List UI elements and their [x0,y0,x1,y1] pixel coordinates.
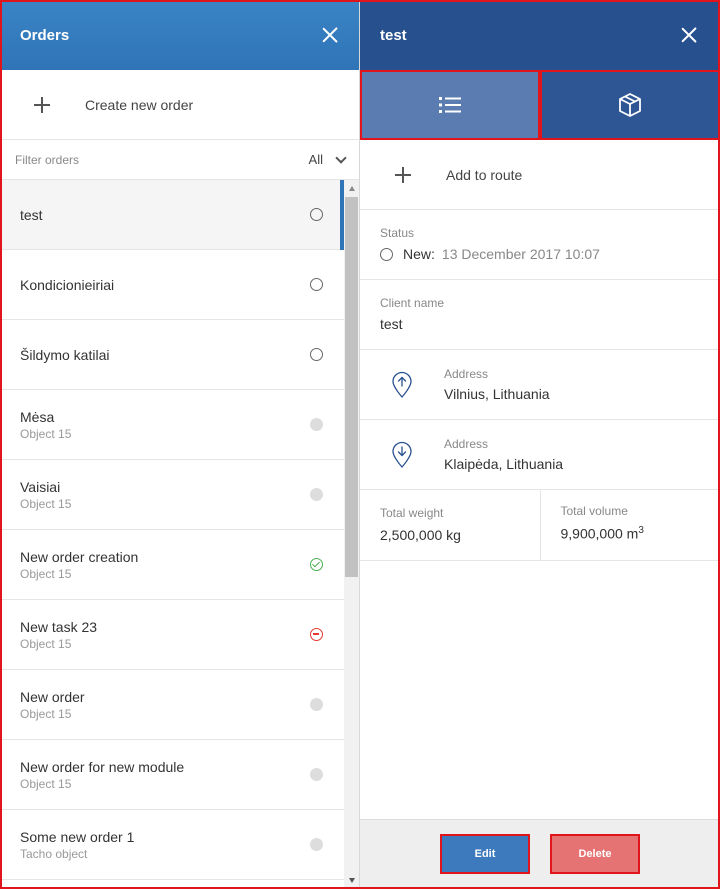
orders-scrollbar[interactable] [344,180,359,889]
order-item[interactable]: Some new order 1 Tacho object [0,810,344,880]
status-pending-icon [310,838,323,851]
add-to-route-button[interactable]: Add to route [360,140,720,210]
status-cancelled-icon [310,628,323,641]
status-new-icon [310,278,323,291]
pickup-address: Address Vilnius, Lithuania [360,350,720,420]
client-field: Client name test [360,280,720,350]
delete-button[interactable]: Delete [550,834,640,874]
status-new-icon [310,208,323,221]
order-name: New task 23 [20,618,98,635]
orders-list: test Kondicionieiriai Šildymo katilai Mė… [0,180,344,880]
close-detail-icon[interactable] [680,26,698,44]
total-weight-value: 2,500,000 kg [380,527,461,543]
detail-title: test [380,26,407,44]
filter-orders-input[interactable]: Filter orders [15,153,79,167]
order-item[interactable]: Mėsa Object 15 [0,390,344,460]
order-item[interactable]: Vaisiai Object 15 [0,460,344,530]
scroll-down-arrow-icon[interactable] [349,878,355,883]
scrollbar-thumb[interactable] [345,197,358,577]
status-value: New: [403,246,435,262]
scroll-up-arrow-icon[interactable] [349,186,355,191]
order-object: Tacho object [20,846,88,861]
order-object: Object 15 [20,566,72,581]
list-icon [439,97,461,113]
status-completed-icon [310,558,323,571]
order-item[interactable]: Šildymo katilai [0,320,344,390]
status-label: Status [380,226,415,240]
delivery-address: Address Klaipėda, Lithuania [360,420,720,490]
tab-details[interactable] [360,70,540,140]
edit-button[interactable]: Edit [440,834,530,874]
order-name: New order [20,688,85,705]
pin-arrow-down-icon [392,441,412,468]
status-pending-icon [310,768,323,781]
order-item[interactable]: New order Object 15 [0,670,344,740]
filter-select[interactable]: All [308,151,347,167]
order-name: New order for new module [20,758,185,775]
order-item[interactable]: New order for new module Object 15 [0,740,344,810]
order-name: Vaisiai [20,478,61,495]
order-name: Mėsa [20,408,55,425]
order-item[interactable]: New order creation Object 15 [0,530,344,600]
order-detail-panel: test Add to route Status New: 13 Decembe… [360,0,720,889]
status-date: 13 December 2017 10:07 [441,246,600,262]
order-object: Object 15 [20,426,72,441]
order-name: test [20,206,43,223]
client-label: Client name [380,296,445,310]
tab-cargo[interactable] [540,70,720,140]
status-new-icon [380,247,393,261]
plus-icon [34,96,50,113]
order-name: Šildymo katilai [20,346,110,363]
filter-select-value: All [308,152,323,167]
delivery-address-label: Address [444,437,489,451]
order-object: Object 15 [20,496,72,511]
order-object: Object 15 [20,776,72,791]
total-volume-label: Total volume [560,504,628,518]
totals-row: Total weight 2,500,000 kg Total volume 9… [360,490,720,561]
plus-icon [395,166,411,183]
order-name: New order creation [20,548,139,565]
detail-tabs [360,70,720,140]
volume-unit-superscript: 3 [638,525,644,536]
detail-header: test [360,0,720,70]
order-object: Object 15 [20,706,72,721]
total-weight: Total weight 2,500,000 kg [360,490,540,560]
order-object: Object 15 [20,636,72,651]
order-name: Kondicionieiriai [20,276,115,293]
client-value: test [380,316,403,332]
add-to-route-label: Add to route [446,166,523,183]
chevron-down-icon [335,151,347,164]
create-order-button[interactable]: Create new order [0,70,359,140]
total-volume-value-wrap: 9,900,000 m3 [561,525,701,542]
order-item[interactable]: test [0,180,344,250]
order-item[interactable]: New task 23 Object 15 [0,600,344,670]
total-weight-label: Total weight [380,506,444,520]
orders-panel: Orders Create new order Filter orders Al… [0,0,360,889]
filter-bar: Filter orders All [0,140,359,180]
delivery-address-value: Klaipėda, Lithuania [444,456,564,472]
close-orders-icon[interactable] [321,26,339,44]
detail-footer: Edit Delete [360,819,720,889]
package-icon [619,93,641,117]
total-volume: Total volume 9,900,000 m3 [539,490,720,560]
status-pending-icon [310,488,323,501]
pickup-address-value: Vilnius, Lithuania [444,386,550,402]
order-item[interactable]: Kondicionieiriai [0,250,344,320]
orders-header: Orders [0,0,359,70]
status-pending-icon [310,418,323,431]
status-pending-icon [310,698,323,711]
total-volume-value: 9,900,000 m [560,525,639,542]
status-field: Status New: 13 December 2017 10:07 [360,210,720,280]
create-order-label: Create new order [85,96,194,113]
order-name: Some new order 1 [20,828,135,845]
pin-arrow-up-icon [392,371,412,398]
pickup-address-label: Address [444,367,489,381]
orders-title: Orders [20,26,70,44]
status-new-icon [310,348,323,361]
